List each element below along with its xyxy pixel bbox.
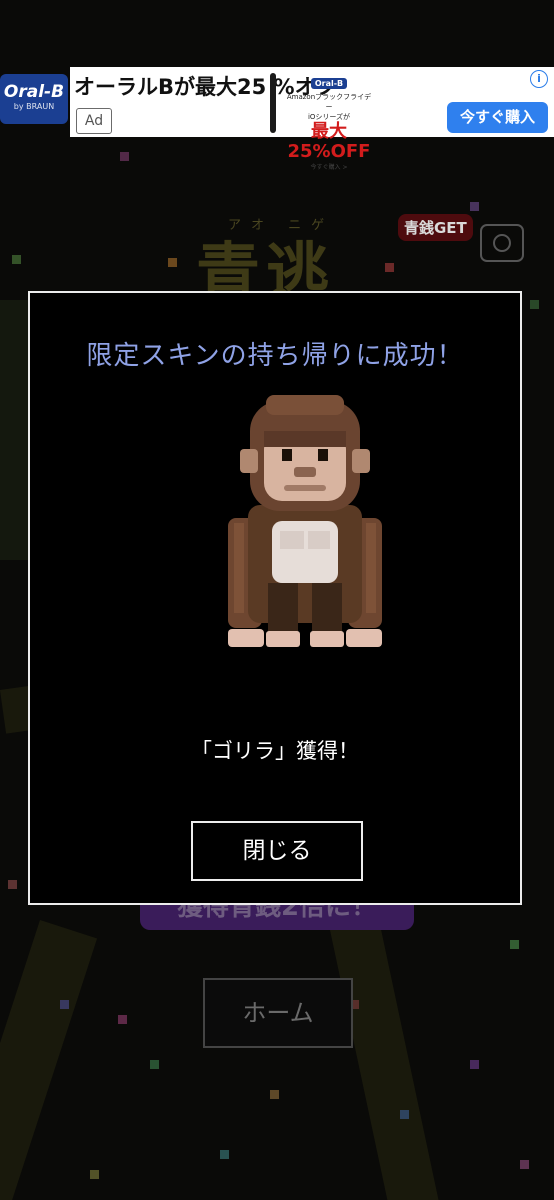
ad-brand-logo[interactable]: Oral-B by BRAUN <box>0 74 68 124</box>
confetti <box>12 255 21 264</box>
close-button[interactable]: 閉じる <box>191 821 363 881</box>
toothbrush-image <box>270 73 276 133</box>
confetti <box>8 880 17 889</box>
confetti <box>510 940 519 949</box>
confetti <box>400 1110 409 1119</box>
confetti <box>168 258 177 267</box>
ad-buy-now-button[interactable]: 今すぐ購入 <box>447 102 548 133</box>
ad-logo-brand: Oral-B <box>3 82 65 102</box>
confetti <box>120 152 129 161</box>
ad-banner[interactable]: オーラルBが最大25 %オフ Ad Oral-B Amazonブラックフライデー… <box>70 67 554 171</box>
ad-badge: Ad <box>76 108 112 134</box>
get-coins-badge: 青銭GET <box>398 214 473 241</box>
ad-promo-percent: 最大25%OFF <box>287 121 371 162</box>
confetti <box>270 1090 279 1099</box>
confetti <box>520 1160 529 1169</box>
ad-logo-sub: by BRAUN <box>13 102 55 111</box>
ad-promo-line: Amazonブラックフライデー <box>286 93 372 111</box>
light-ray <box>330 919 446 1200</box>
confetti <box>530 300 539 309</box>
skin-acquired-dialog: 限定スキンの持ち帰りに成功！ 「ゴリラ」獲得！ 閉じる <box>28 291 522 905</box>
gorilla-icon <box>228 395 382 647</box>
ad-info-icon[interactable]: i <box>530 70 548 88</box>
camera-icon <box>480 224 524 262</box>
ad-promo-brand: Oral-B <box>310 78 348 89</box>
home-button: ホーム <box>203 978 353 1048</box>
confetti <box>385 263 394 272</box>
light-ray <box>0 920 98 1200</box>
ad-promo-line: 今すぐ購入 > <box>310 164 348 171</box>
confetti <box>118 1015 127 1024</box>
dialog-title: 限定スキンの持ち帰りに成功！ <box>86 341 464 371</box>
confetti <box>60 1000 69 1009</box>
confetti <box>470 1060 479 1069</box>
confetti <box>90 1170 99 1179</box>
confetti <box>150 1060 159 1069</box>
confetti <box>470 202 479 211</box>
confetti <box>220 1150 229 1159</box>
obtained-message: 「ゴリラ」獲得！ <box>191 739 359 763</box>
ad-promo-graphic: Oral-B Amazonブラックフライデー iOシリーズが 最大25%OFF … <box>284 71 374 171</box>
